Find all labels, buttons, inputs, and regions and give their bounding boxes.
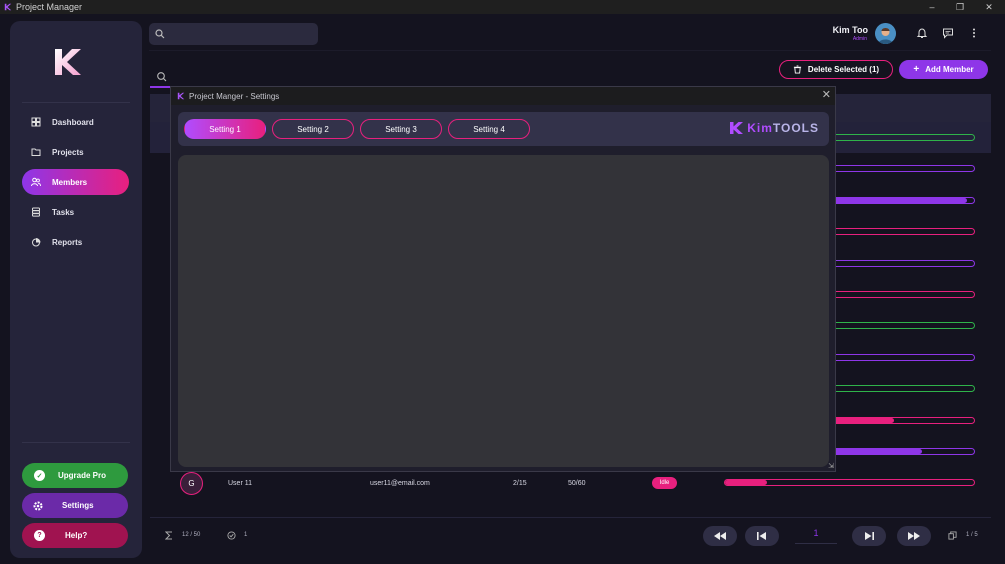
user-role: Admin	[852, 36, 867, 42]
close-window-button[interactable]: ✕	[975, 0, 1003, 14]
gear-icon	[33, 501, 43, 510]
plus-icon: +	[913, 64, 920, 75]
fast-forward-icon	[908, 532, 920, 540]
kim-logo-icon	[55, 49, 81, 75]
sidebar-item-reports[interactable]: Reports	[22, 229, 129, 255]
sidebar-item-projects[interactable]: Projects	[22, 139, 129, 165]
avatar[interactable]	[875, 23, 896, 44]
kimtools-logo-icon	[730, 122, 744, 134]
chat-icon[interactable]	[942, 27, 954, 39]
sidebar-item-members[interactable]: Members	[22, 169, 129, 195]
help-icon: ?	[34, 530, 45, 541]
user-name: Kim Too	[832, 25, 868, 35]
selected-check-icon	[227, 531, 236, 540]
tab-setting-2[interactable]: Setting 2	[272, 119, 354, 139]
sidebar: Dashboard Projects Members Tasks Reports…	[10, 21, 142, 558]
settings-dialog: Project Manger - Settings ✕ Setting 1 Se…	[170, 86, 836, 472]
delete-selected-button[interactable]: Delete Selected (1)	[779, 60, 893, 79]
settings-tabbar: Setting 1 Setting 2 Setting 3 Setting 4 …	[178, 112, 829, 146]
dialog-close-icon[interactable]: ✕	[822, 90, 831, 101]
last-page-button[interactable]	[897, 526, 931, 546]
sidebar-item-dashboard[interactable]: Dashboard	[22, 109, 129, 135]
record-count: 12 / 50	[182, 532, 201, 538]
dialog-titlebar: Project Manger - Settings ✕	[171, 87, 835, 105]
next-page-button[interactable]	[852, 526, 886, 546]
bell-icon[interactable]	[916, 27, 928, 39]
help-button[interactable]: ? Help?	[22, 523, 128, 548]
search-input[interactable]	[171, 26, 311, 42]
selected-count: 1	[244, 532, 248, 538]
search-icon	[155, 29, 165, 39]
dialog-title: Project Manger - Settings	[189, 91, 280, 101]
avatar-image	[875, 23, 896, 44]
tab-setting-1[interactable]: Setting 1	[184, 119, 266, 139]
sidebar-divider	[22, 102, 130, 103]
check-icon: ✓	[34, 470, 45, 481]
table-search-icon[interactable]	[150, 68, 170, 88]
users-icon	[31, 177, 41, 187]
pages-icon	[948, 531, 957, 540]
settings-label: Settings	[62, 501, 94, 510]
add-member-button[interactable]: + Add Member	[899, 60, 988, 79]
folder-icon	[31, 148, 41, 156]
status-badge: Idle	[652, 477, 677, 489]
window-titlebar: Project Manager – ❐ ✕	[0, 0, 1005, 14]
settings-content-panel	[178, 155, 829, 467]
minimize-button[interactable]: –	[918, 0, 946, 14]
maximize-button[interactable]: ❐	[946, 0, 974, 14]
sum-icon	[165, 531, 172, 540]
table-search-underline	[150, 86, 170, 88]
tasks-icon	[32, 207, 40, 217]
skip-back-icon	[757, 532, 766, 540]
member-name: User 11	[228, 480, 252, 487]
sidebar-divider	[22, 442, 130, 443]
sidebar-item-label: Tasks	[52, 207, 75, 217]
dashboard-icon	[31, 117, 41, 127]
member-avatar: G	[180, 472, 203, 495]
sidebar-item-label: Reports	[52, 237, 83, 247]
member-hours: 50/60	[568, 480, 586, 487]
upgrade-pro-label: Upgrade Pro	[58, 471, 107, 480]
member-email: user11@email.com	[370, 480, 430, 487]
kimtools-brand: Kim TOOLS	[729, 121, 819, 135]
brand-kim: Kim	[747, 121, 773, 135]
first-page-button[interactable]	[703, 526, 737, 546]
sidebar-item-label: Dashboard	[52, 117, 94, 127]
delete-selected-label: Delete Selected (1)	[807, 65, 880, 74]
search-box[interactable]	[149, 23, 318, 45]
footer-divider	[150, 517, 991, 518]
chart-icon	[32, 238, 41, 247]
page-number-input[interactable]: 1	[795, 528, 837, 544]
previous-page-button[interactable]	[745, 526, 779, 546]
trash-icon	[793, 65, 802, 74]
tab-setting-3[interactable]: Setting 3	[360, 119, 442, 139]
window-title: Project Manager	[16, 2, 83, 12]
brand-tools: TOOLS	[772, 121, 819, 135]
sidebar-item-label: Projects	[52, 147, 84, 157]
resize-grip-icon[interactable]: ⇲	[828, 462, 834, 470]
page-indicator: 1 / 5	[966, 532, 978, 538]
add-member-label: Add Member	[925, 65, 974, 74]
sidebar-item-tasks[interactable]: Tasks	[22, 199, 129, 225]
table-row[interactable]: G User 11 user11@email.com 2/15 50/60 Id…	[150, 471, 991, 497]
header-divider	[149, 50, 991, 51]
help-label: Help?	[65, 531, 88, 540]
app-logo-icon	[177, 92, 185, 100]
app-logo-icon	[4, 3, 12, 11]
settings-button[interactable]: Settings	[22, 493, 128, 518]
rewind-icon	[714, 532, 726, 540]
member-tasks: 2/15	[513, 480, 527, 487]
more-options-icon[interactable]	[968, 27, 980, 39]
upgrade-pro-button[interactable]: ✓ Upgrade Pro	[22, 463, 128, 488]
skip-forward-icon	[865, 532, 874, 540]
sidebar-item-label: Members	[52, 177, 88, 187]
tab-setting-4[interactable]: Setting 4	[448, 119, 530, 139]
